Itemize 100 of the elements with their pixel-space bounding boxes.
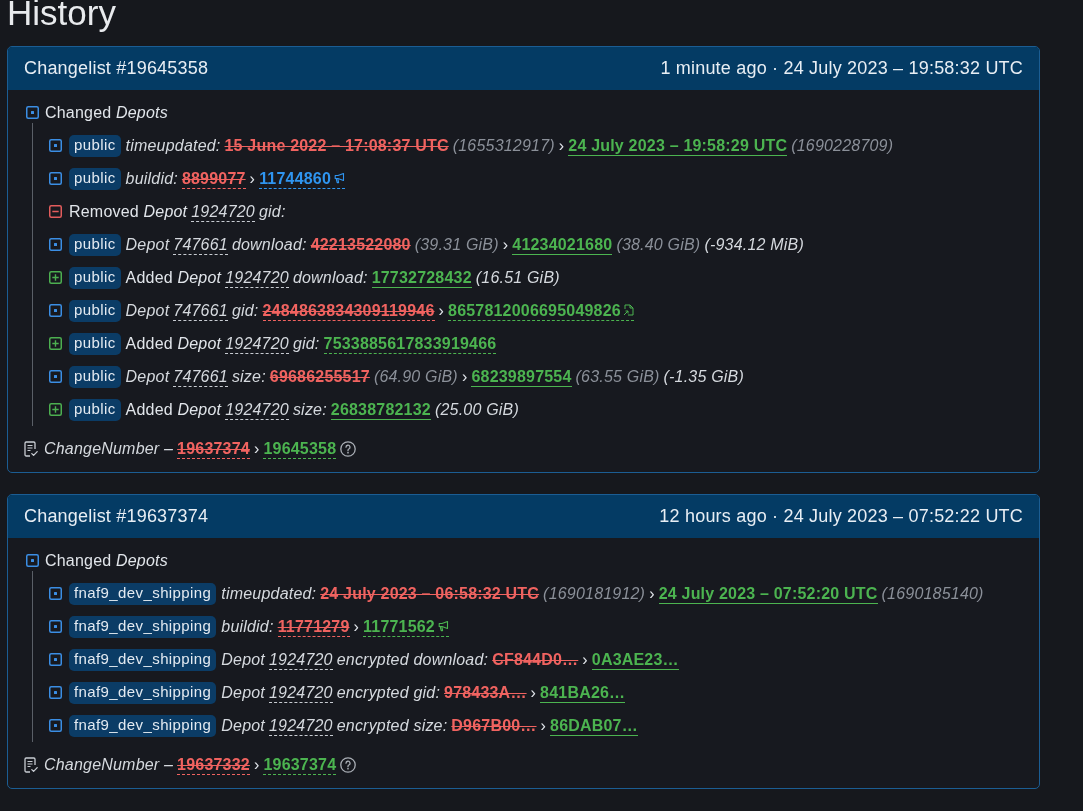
- old-value[interactable]: 11771279: [277, 616, 350, 637]
- field-label: Depot: [221, 682, 265, 703]
- field-label: ChangeNumber –: [44, 438, 174, 459]
- changelist-time: 1 minute ago · 24 July 2023 – 19:58:32 UTC: [660, 57, 1023, 80]
- new-value[interactable]: 0A3AE23…: [591, 649, 679, 670]
- branch-badge: fnaf9_dev_shipping: [69, 681, 217, 704]
- value-note: (1655312917): [452, 135, 555, 156]
- value-note: (63.55 GiB): [575, 366, 660, 387]
- row-text: Added Depot: [125, 267, 222, 288]
- new-value[interactable]: 24 July 2023 – 07:52:20 UTC: [658, 583, 878, 604]
- depot-link[interactable]: 747661: [173, 366, 228, 387]
- field-label: encrypted size:: [336, 715, 448, 736]
- megaphone-icon: [333, 172, 346, 184]
- old-value: 69686255517: [269, 366, 370, 386]
- old-value[interactable]: 19637332: [177, 754, 250, 775]
- new-value[interactable]: 26838782132: [330, 399, 431, 420]
- new-value[interactable]: 17732728432: [371, 267, 472, 288]
- old-value: 42213522080: [310, 234, 411, 254]
- new-value[interactable]: 11771562: [363, 616, 449, 637]
- help-icon[interactable]: [340, 756, 357, 773]
- branch-badge: public: [69, 332, 121, 355]
- branch-badge: public: [69, 365, 121, 388]
- field-label: gid:: [292, 333, 320, 354]
- field-label: encrypted gid:: [336, 682, 441, 703]
- field-label: (16.51 GiB): [475, 267, 560, 288]
- value-note: (38.40 GiB): [616, 234, 701, 255]
- old-value: D967B00…: [451, 715, 537, 735]
- row-text: ›: [253, 754, 260, 775]
- value-note: (64.90 GiB): [373, 366, 458, 387]
- old-value[interactable]: 8899077: [181, 168, 246, 189]
- field-label: download:: [292, 267, 368, 288]
- value-note: (1690228709): [791, 135, 894, 156]
- old-value[interactable]: 19637374: [177, 438, 250, 459]
- row-text: Added Depot: [125, 333, 222, 354]
- field-label: buildid:: [221, 616, 274, 637]
- branch-badge: public: [69, 134, 121, 157]
- field-label: size:: [292, 399, 327, 420]
- field-label: ChangeNumber –: [44, 754, 174, 775]
- page-title: History: [7, 0, 117, 30]
- old-value: CF844D0…: [492, 649, 579, 669]
- row-text: ›: [461, 366, 468, 387]
- branch-badge: fnaf9_dev_shipping: [69, 615, 217, 638]
- field-label: gid:: [231, 300, 259, 321]
- changelist-title: Changelist #19637374: [24, 505, 209, 528]
- file-arrow-icon: [622, 304, 634, 316]
- field-label: buildid:: [125, 168, 178, 189]
- group-title: Changed Depots: [45, 102, 168, 123]
- field-label: size:: [231, 366, 266, 387]
- new-value[interactable]: 24 July 2023 – 19:58:29 UTC: [568, 135, 788, 156]
- old-value: 978433A…: [444, 682, 527, 702]
- square-plus-icon: [49, 337, 62, 350]
- new-value[interactable]: 68239897554: [471, 366, 572, 387]
- depot-link[interactable]: 1924720: [225, 333, 289, 354]
- branch-badge: fnaf9_dev_shipping: [69, 582, 217, 605]
- row-text: ›: [558, 135, 565, 156]
- changelist-time: 12 hours ago · 24 July 2023 – 07:52:22 UTC: [659, 505, 1023, 528]
- new-value[interactable]: 19645358: [263, 438, 337, 459]
- field-label: gid:: [258, 201, 286, 222]
- field-label: timeupdated:: [125, 135, 221, 156]
- depot-link[interactable]: 1924720: [225, 399, 289, 420]
- depot-link[interactable]: 747661: [173, 300, 228, 321]
- branch-badge: public: [69, 266, 121, 289]
- depot-link[interactable]: 1924720: [269, 715, 333, 736]
- help-icon[interactable]: [340, 440, 357, 457]
- value-note: (1690181912): [543, 583, 646, 604]
- field-label: encrypted download:: [336, 649, 489, 670]
- old-value[interactable]: 2484863834309119946: [262, 300, 435, 321]
- depot-link[interactable]: 1924720: [191, 201, 255, 222]
- depot-link[interactable]: 1924720: [269, 682, 333, 703]
- branch-badge: fnaf9_dev_shipping: [69, 714, 217, 737]
- depot-link[interactable]: 1924720: [269, 649, 333, 670]
- row-text: ›: [249, 168, 256, 189]
- document-check-icon: [24, 440, 38, 457]
- field-label: Depot: [221, 715, 265, 736]
- square-minus-icon: [49, 205, 62, 218]
- new-value[interactable]: 7533885617833919466: [323, 333, 497, 354]
- group-title: Changed Depots: [45, 550, 168, 571]
- field-label: (-1.35 GiB): [663, 366, 744, 387]
- depot-link[interactable]: 1924720: [225, 267, 289, 288]
- branch-badge: public: [69, 167, 121, 190]
- branch-badge: public: [69, 299, 121, 322]
- megaphone-icon: [436, 620, 449, 632]
- new-value[interactable]: 86DAB07…: [550, 715, 638, 736]
- new-value[interactable]: 11744860: [259, 168, 346, 189]
- field-label: Depot: [221, 649, 265, 670]
- value-note: (39.31 GiB): [414, 234, 499, 255]
- value-note: (1690185140): [881, 583, 984, 604]
- field-label: (-934.12 MiB): [704, 234, 804, 255]
- row-text: ›: [582, 649, 588, 670]
- new-value[interactable]: 841BA26…: [540, 682, 626, 703]
- row-text: ›: [540, 715, 547, 736]
- row-text: ›: [530, 682, 537, 703]
- new-value[interactable]: 19637374: [263, 754, 337, 775]
- depot-link[interactable]: 747661: [173, 234, 228, 255]
- new-value[interactable]: 8657812006695049826: [448, 300, 634, 321]
- row-text: Added Depot: [125, 399, 222, 420]
- new-value[interactable]: 41234021680: [512, 234, 613, 255]
- row-text: Removed Depot: [69, 201, 188, 222]
- row-text: ›: [649, 583, 655, 604]
- field-label: timeupdated:: [221, 583, 317, 604]
